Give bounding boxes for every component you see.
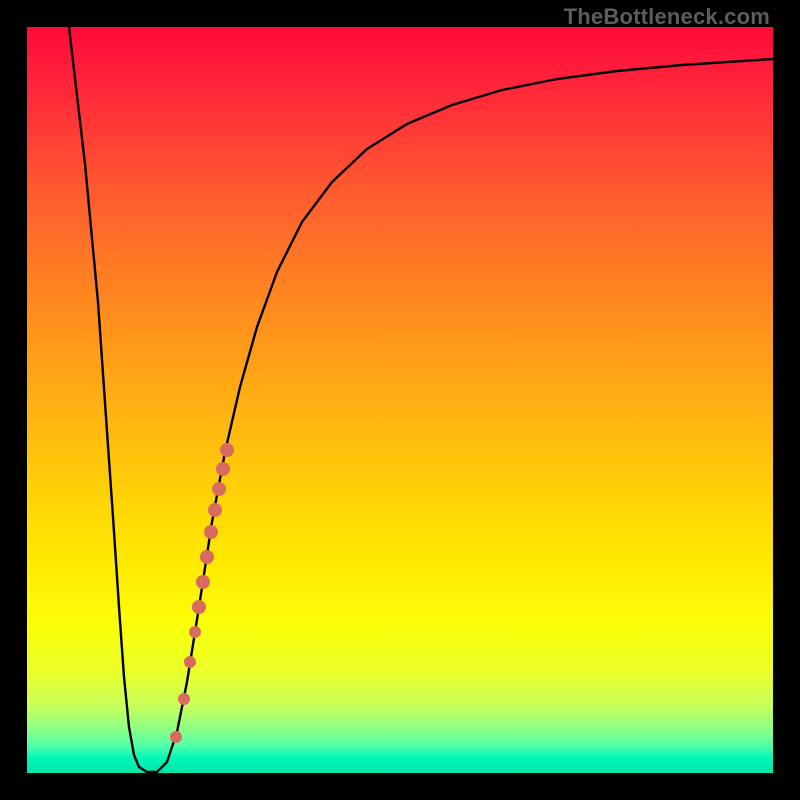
marker-dot bbox=[216, 462, 230, 476]
marker-dot bbox=[200, 550, 214, 564]
watermark-text: TheBottleneck.com bbox=[564, 4, 770, 30]
curve-path bbox=[69, 27, 773, 772]
marker-dot bbox=[192, 600, 206, 614]
plot-area bbox=[27, 27, 773, 773]
marker-dot bbox=[178, 693, 190, 705]
marker-dot bbox=[220, 443, 234, 457]
marker-dot bbox=[184, 656, 196, 668]
chart-svg bbox=[27, 27, 773, 773]
marker-dot bbox=[189, 626, 201, 638]
chart-frame: TheBottleneck.com bbox=[0, 0, 800, 800]
marker-dot bbox=[204, 525, 218, 539]
marker-dot bbox=[170, 731, 182, 743]
marker-dot bbox=[208, 503, 222, 517]
marker-dot bbox=[212, 482, 226, 496]
marker-dot bbox=[196, 575, 210, 589]
